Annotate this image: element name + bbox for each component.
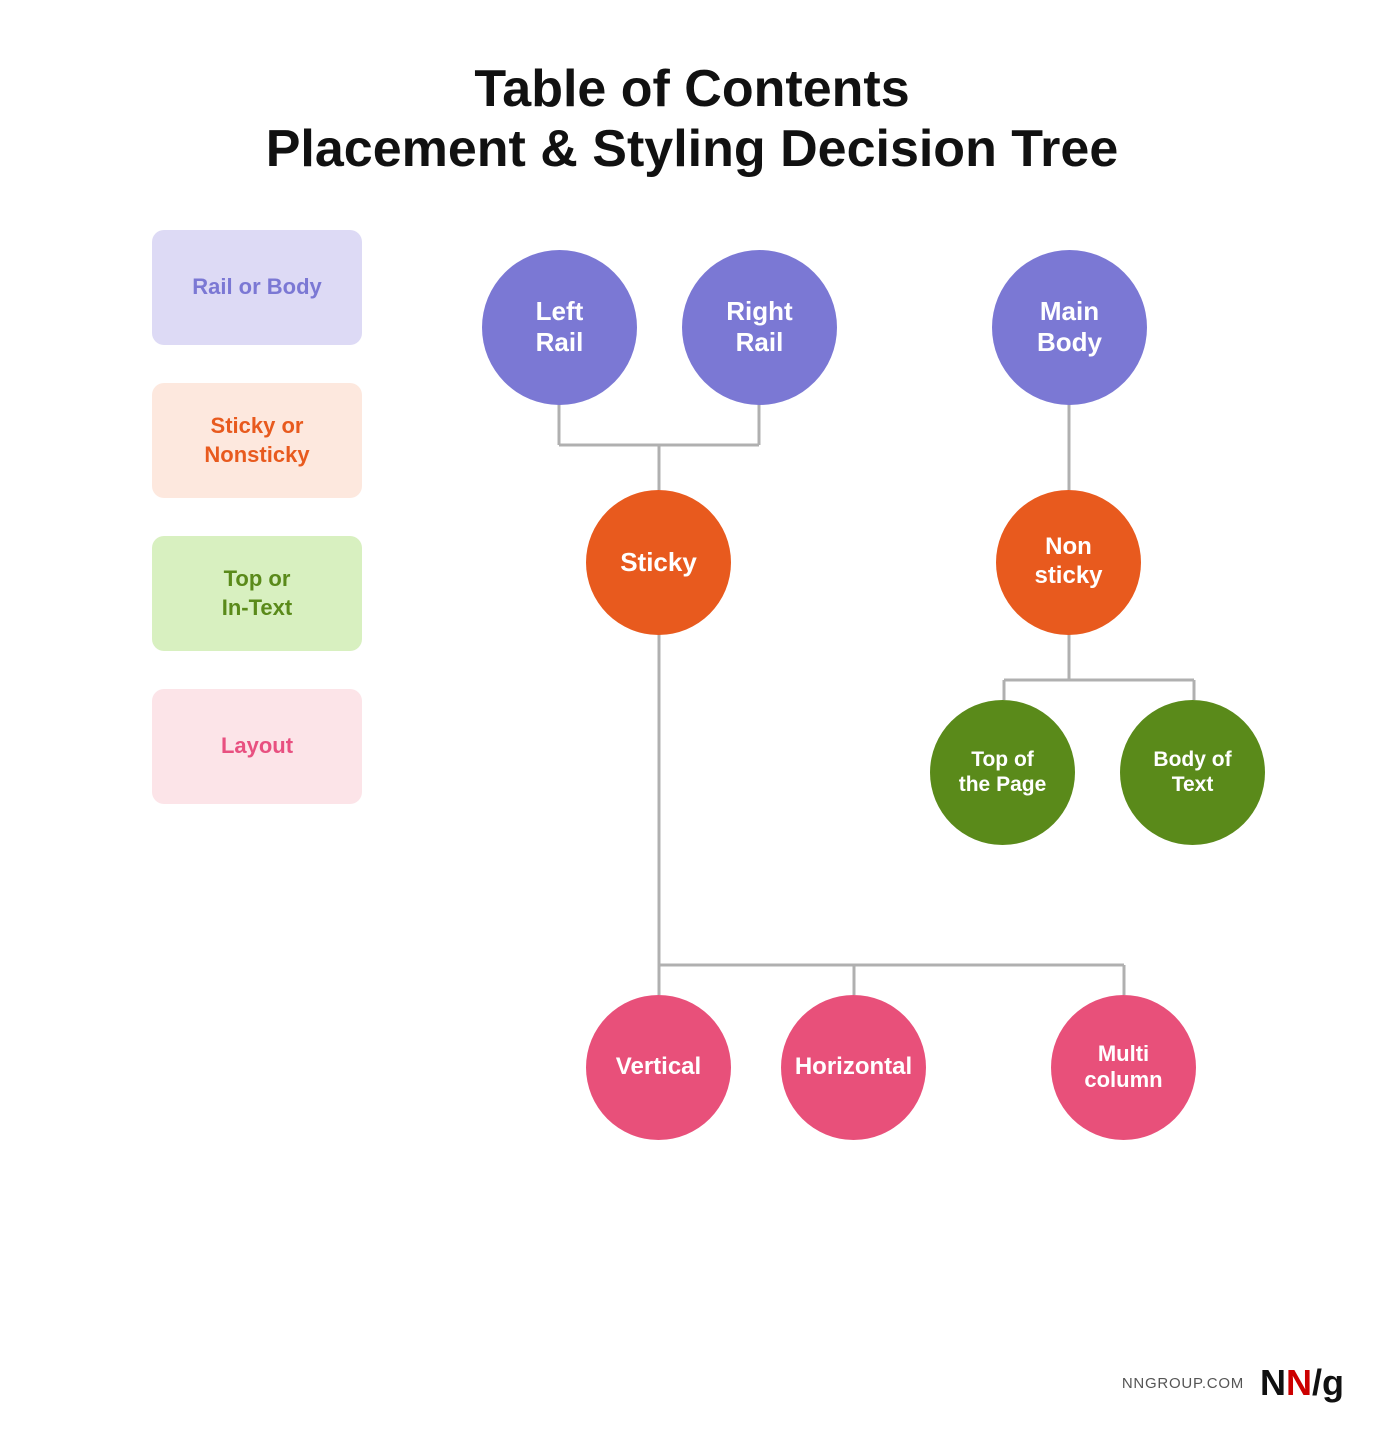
footer-logo: NN/g [1260,1365,1344,1401]
node-multicolumn: Multicolumn [1051,995,1196,1140]
node-main-body: MainBody [992,250,1147,405]
logo-g: g [1322,1362,1344,1403]
node-non-sticky: Nonsticky [996,490,1141,635]
legend: Rail or Body Sticky orNonsticky Top orIn… [152,230,362,804]
logo-slash: / [1312,1362,1322,1403]
node-right-rail: RightRail [682,250,837,405]
legend-sticky: Sticky orNonsticky [152,383,362,498]
logo-n2: N [1286,1362,1312,1403]
node-vertical: Vertical [586,995,731,1140]
node-horizontal: Horizontal [781,995,926,1140]
page-title: Table of Contents Placement & Styling De… [162,60,1222,180]
title-line1: Table of Contents [162,60,1222,120]
node-sticky: Sticky [586,490,731,635]
node-body-of-text: Body ofText [1120,700,1265,845]
legend-top-intext: Top orIn-Text [152,536,362,651]
node-top-of-page: Top ofthe Page [930,700,1075,845]
legend-layout: Layout [152,689,362,804]
logo-n1: N [1260,1362,1286,1403]
footer: NNGROUP.COM NN/g [1122,1365,1344,1401]
title-line2: Placement & Styling Decision Tree [162,120,1222,180]
node-left-rail: LeftRail [482,250,637,405]
tree-diagram: LeftRail RightRail MainBody Sticky Nonst… [402,250,1222,1170]
footer-url: NNGROUP.COM [1122,1375,1244,1392]
legend-rail-body: Rail or Body [152,230,362,345]
